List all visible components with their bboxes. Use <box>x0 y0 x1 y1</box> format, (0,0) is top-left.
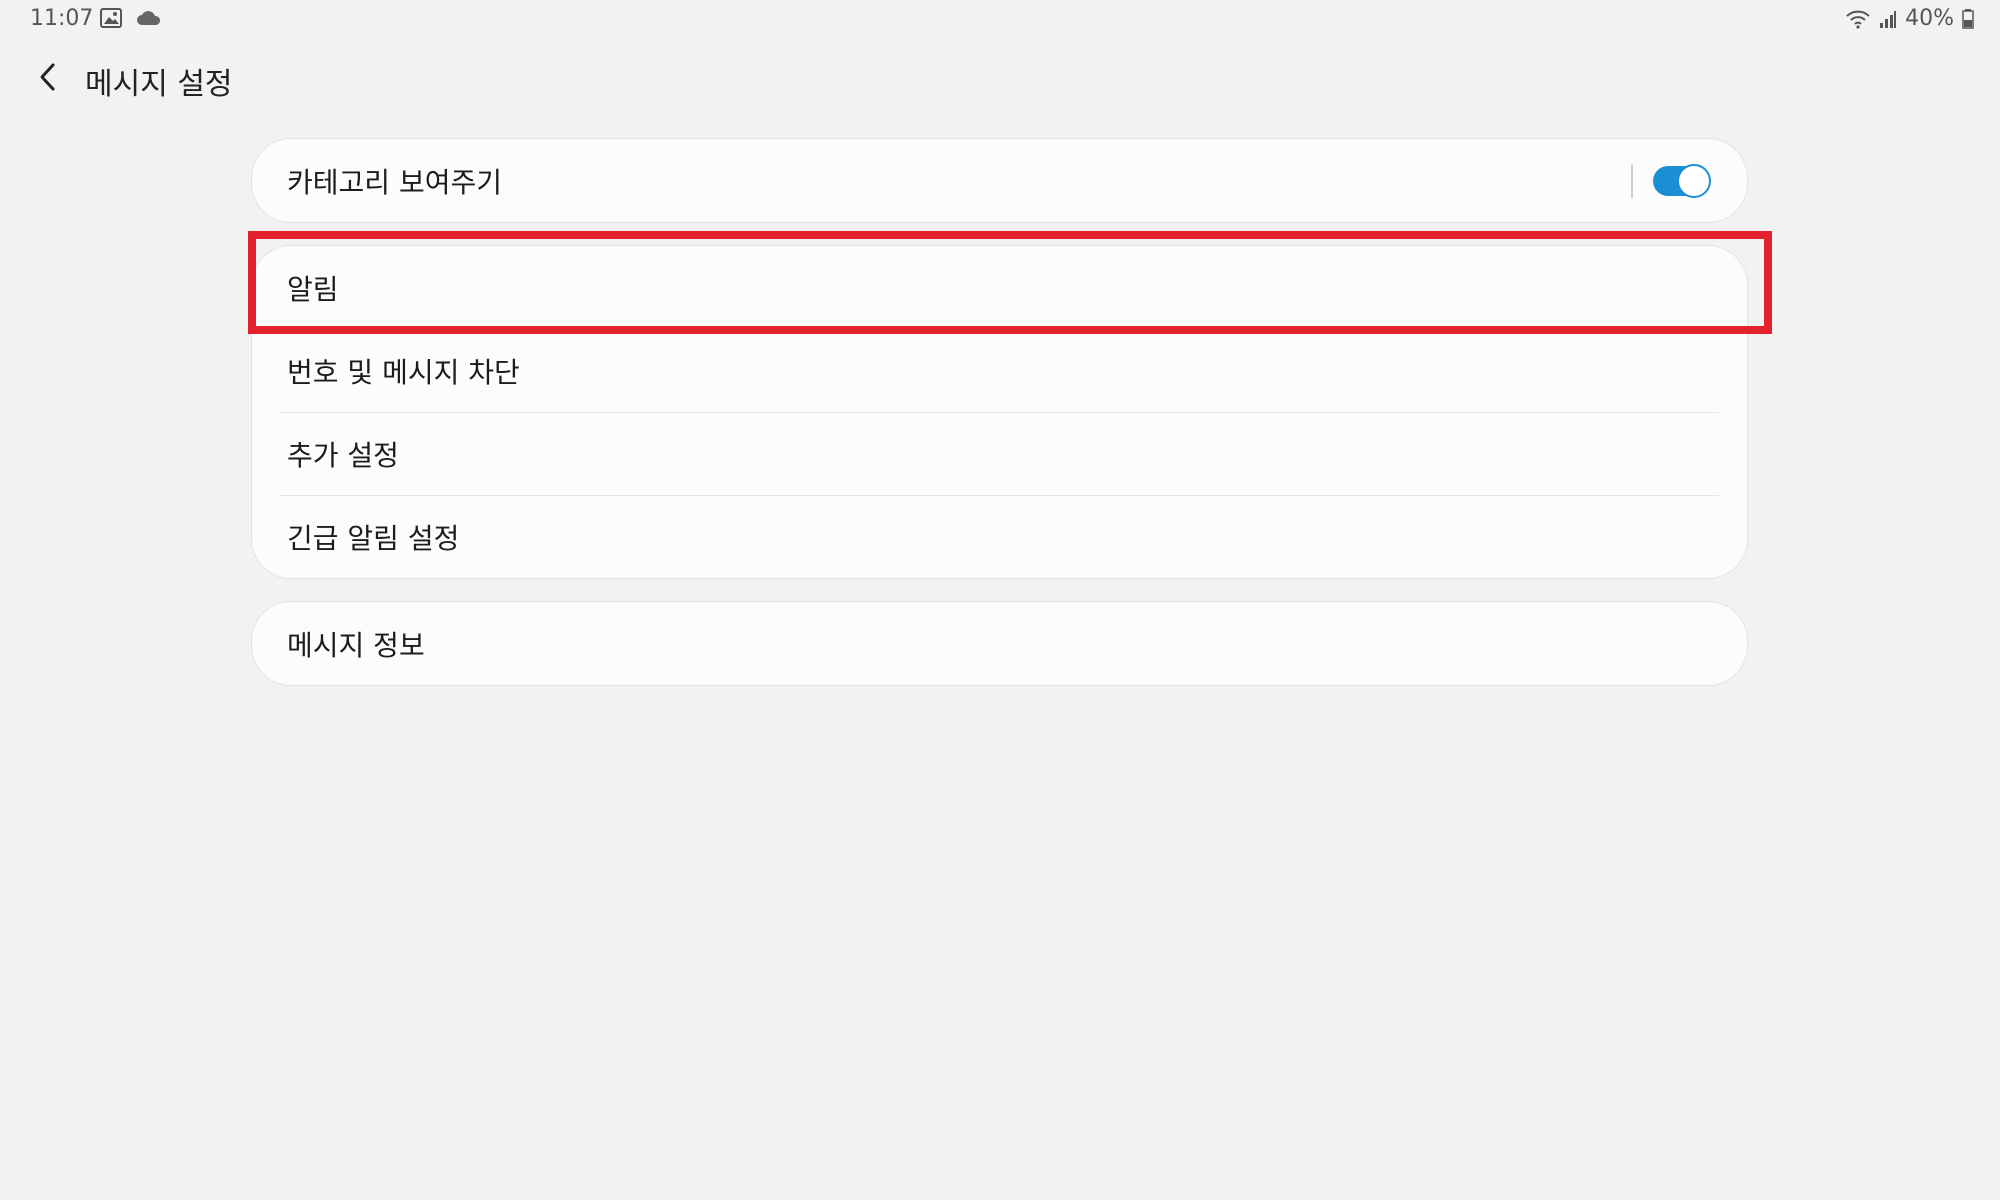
about-messages-label: 메시지 정보 <box>287 628 425 662</box>
toggle-knob <box>1677 163 1711 198</box>
emergency-alerts-row[interactable]: 긴급 알림 설정 <box>252 495 1747 578</box>
show-categories-row[interactable]: 카테고리 보여주기 <box>252 139 1747 222</box>
show-categories-toggle[interactable] <box>1653 163 1711 198</box>
block-numbers-row[interactable]: 번호 및 메시지 차단 <box>252 329 1747 412</box>
emergency-alerts-label: 긴급 알림 설정 <box>287 521 460 555</box>
notifications-label: 알림 <box>287 272 339 306</box>
settings-card: 알림 번호 및 메시지 차단 추가 설정 긴급 알림 설정 <box>251 245 1748 579</box>
category-card: 카테고리 보여주기 <box>251 138 1748 223</box>
show-categories-label: 카테고리 보여주기 <box>287 165 502 199</box>
info-card: 메시지 정보 <box>251 601 1748 686</box>
notifications-row[interactable]: 알림 <box>252 246 1747 329</box>
more-settings-row[interactable]: 추가 설정 <box>252 412 1747 495</box>
status-time: 11:07 <box>30 6 94 31</box>
block-numbers-label: 번호 및 메시지 차단 <box>287 355 520 389</box>
page-title: 메시지 설정 <box>85 67 233 102</box>
cloud-icon <box>136 10 162 30</box>
battery-percent: 40% <box>1905 6 1954 31</box>
app-header: 메시지 설정 <box>0 50 2000 108</box>
signal-icon <box>1879 10 1897 28</box>
more-settings-label: 추가 설정 <box>287 438 399 472</box>
gallery-icon <box>100 8 122 32</box>
status-bar: 11:07 40% <box>0 0 2000 38</box>
toggle-divider <box>1631 163 1633 198</box>
wifi-icon <box>1845 9 1871 29</box>
about-messages-row[interactable]: 메시지 정보 <box>252 602 1747 685</box>
back-button[interactable] <box>22 54 72 104</box>
battery-icon <box>1962 8 1974 29</box>
chevron-left-icon <box>37 62 57 96</box>
